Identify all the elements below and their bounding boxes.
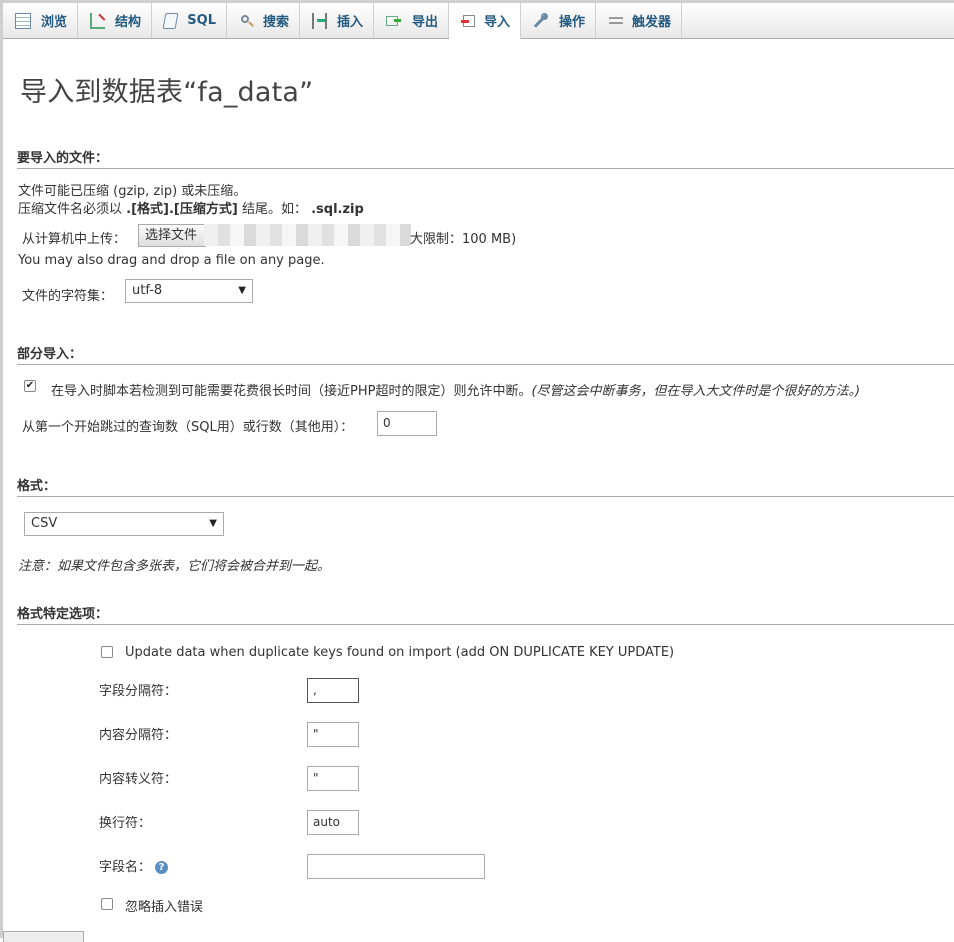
import-icon — [461, 13, 475, 29]
allow-interrupt-label: 在导入时脚本若检测到可能需要花费很长时间（接近PHP超时的限定）则允许中断。(尽… — [51, 380, 860, 399]
tab-label: 导入 — [483, 15, 510, 30]
triggers-icon — [608, 13, 623, 29]
line-terminator-input[interactable]: auto — [307, 810, 359, 835]
structure-icon — [90, 12, 105, 29]
sql-icon — [162, 12, 179, 29]
format-section-heading: 格式： — [17, 475, 954, 497]
tab-label: 浏览 — [40, 15, 67, 30]
ignore-errors-label: 忽略插入错误 — [125, 900, 204, 915]
field-separator-input[interactable]: , — [307, 678, 359, 703]
tab-label: 导出 — [411, 15, 438, 30]
tab-export[interactable]: 导出 — [374, 3, 449, 38]
format-merge-note: 注意：如果文件包含多张表，它们将会被合并到一起。 — [18, 559, 331, 574]
update-duplicate-label: Update data when duplicate keys found on… — [125, 645, 675, 660]
filename-note-example: .sql.zip — [311, 202, 364, 217]
compress-note: 文件可能已压缩 (gzip, zip) 或未压缩。 — [18, 184, 247, 199]
allow-interrupt-note: (尽管这会中断事务，但在导入大文件时是个很好的方法。) — [531, 384, 861, 399]
tab-label: 结构 — [114, 15, 141, 30]
browse-icon — [15, 12, 31, 29]
window-left-border — [0, 0, 3, 938]
filename-note-mid: 结尾。如： — [241, 202, 307, 217]
wrench-icon — [533, 12, 549, 29]
submit-button-partial[interactable] — [3, 931, 84, 942]
page-title: 导入到数据表“fa_data” — [20, 77, 314, 108]
format-value: CSV — [31, 516, 58, 531]
tab-structure[interactable]: 结构 — [78, 3, 152, 38]
ignore-errors-checkbox[interactable] — [101, 898, 113, 910]
charset-value: utf-8 — [132, 283, 163, 298]
drag-drop-note: You may also drag and drop a file on any… — [18, 253, 325, 268]
filename-note-prefix: 压缩文件名必须以 — [18, 202, 123, 217]
enclosed-by-label: 内容分隔符： — [99, 728, 178, 743]
tab-operations[interactable]: 操作 — [521, 3, 596, 38]
column-names-label: 字段名：? — [99, 856, 169, 875]
skip-queries-input[interactable]: 0 — [377, 411, 437, 436]
skip-queries-label: 从第一个开始跳过的查询数（SQL用）或行数（其他用）： — [22, 420, 354, 435]
tab-triggers[interactable]: 触发器 — [596, 3, 682, 38]
dropdown-arrow-icon: ▼ — [238, 285, 246, 296]
tab-browse[interactable]: 浏览 — [3, 3, 78, 38]
export-icon — [386, 13, 402, 29]
update-duplicate-checkbox[interactable] — [101, 646, 113, 658]
tab-search[interactable]: 搜索 — [227, 3, 300, 38]
partial-section-heading: 部分导入： — [17, 343, 954, 365]
charset-select[interactable]: utf-8 ▼ — [125, 279, 253, 303]
tab-label: SQL — [187, 13, 216, 28]
table-tab-bar: 浏览 结构 SQL 搜索 插入 导出 导入 操作 触发器 — [3, 3, 954, 39]
filename-note: 压缩文件名必须以 .[格式].[压缩方式] 结尾。如： .sql.zip — [18, 198, 364, 217]
search-icon — [239, 13, 253, 29]
filename-note-format: .[格式].[压缩方式] — [126, 202, 238, 217]
charset-label: 文件的字符集： — [22, 289, 114, 304]
field-separator-label: 字段分隔符： — [99, 684, 178, 699]
options-section-heading: 格式特定选项： — [17, 603, 954, 625]
allow-interrupt-checkbox[interactable]: ✔ — [24, 380, 36, 392]
upload-label: 从计算机中上传： — [22, 232, 127, 247]
tab-label: 操作 — [558, 15, 585, 30]
insert-icon — [312, 12, 327, 29]
tab-sql[interactable]: SQL — [152, 3, 227, 38]
choose-file-button[interactable]: 选择文件 — [138, 224, 206, 247]
enclosed-by-input[interactable]: " — [307, 722, 359, 747]
allow-interrupt-text: 在导入时脚本若检测到可能需要花费很长时间（接近PHP超时的限定）则允许中断。 — [51, 384, 532, 399]
line-terminator-label: 换行符： — [99, 816, 152, 831]
tab-label: 触发器 — [631, 15, 671, 30]
file-name-redacted — [204, 224, 411, 246]
dropdown-arrow-icon: ▼ — [209, 518, 217, 529]
max-upload-size: 大限制：100 MB) — [410, 232, 517, 247]
escaped-by-label: 内容转义符： — [99, 772, 178, 787]
column-names-text: 字段名： — [99, 860, 152, 875]
help-icon[interactable]: ? — [155, 861, 169, 874]
tab-label: 插入 — [336, 15, 363, 30]
escaped-by-input[interactable]: " — [307, 766, 359, 791]
tab-label: 搜索 — [262, 15, 289, 30]
file-section-heading: 要导入的文件： — [17, 147, 954, 169]
tab-insert[interactable]: 插入 — [300, 3, 374, 38]
format-select[interactable]: CSV ▼ — [24, 512, 224, 536]
tab-import[interactable]: 导入 — [449, 3, 521, 39]
column-names-input[interactable] — [307, 854, 485, 879]
